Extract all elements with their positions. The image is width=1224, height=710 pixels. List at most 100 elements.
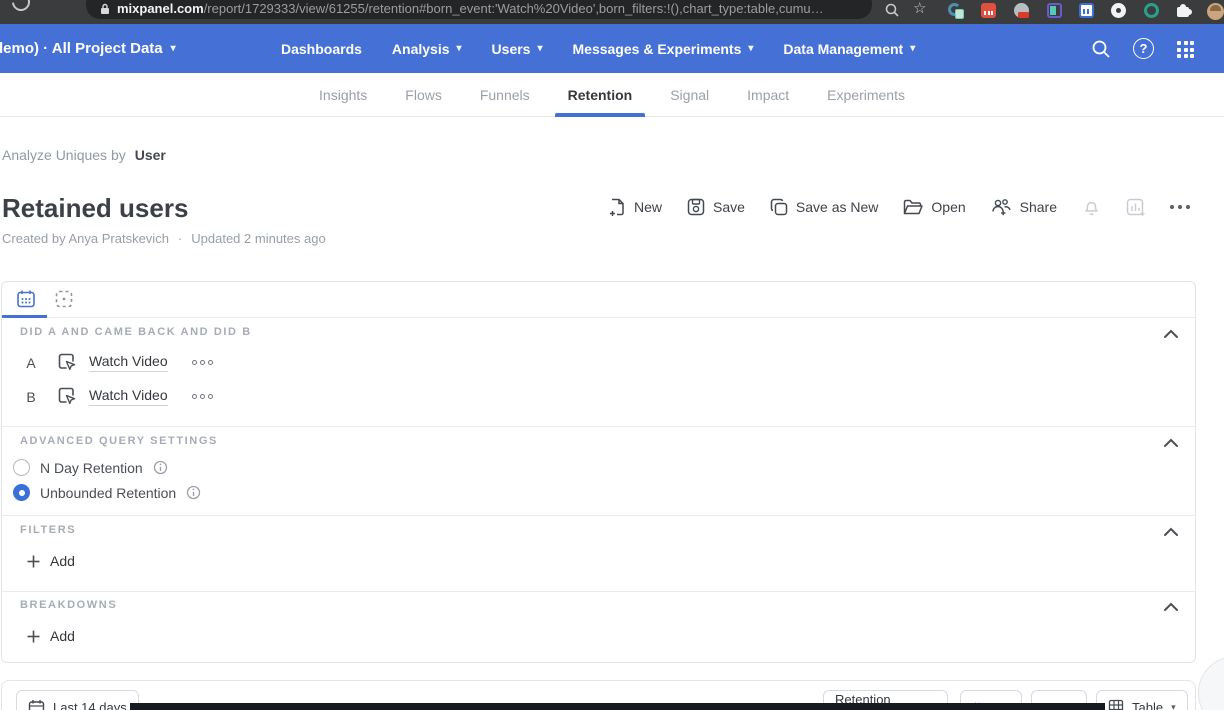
url-text: mixpanel.com/report/1729333/view/61255/r… bbox=[117, 1, 858, 16]
reload-icon[interactable] bbox=[8, 0, 33, 15]
builder-active-tab-underline bbox=[2, 315, 47, 318]
calendar-icon bbox=[28, 699, 45, 710]
save-as-new-button[interactable]: Save as New bbox=[770, 198, 878, 216]
chevron-down-icon: ▾ bbox=[457, 44, 462, 54]
more-options-button[interactable] bbox=[1170, 205, 1190, 209]
report-meta: Created by Anya Pratskevich · Updated 2 … bbox=[2, 231, 326, 246]
folder-open-icon bbox=[903, 199, 923, 216]
search-icon[interactable] bbox=[1090, 38, 1112, 60]
new-button[interactable]: New bbox=[608, 198, 662, 217]
tab-insights[interactable]: Insights bbox=[319, 73, 367, 117]
plus-icon bbox=[26, 629, 41, 644]
builder-tab-bar bbox=[2, 282, 1195, 318]
nav-item-users[interactable]: Users ▾ bbox=[492, 41, 543, 57]
bell-icon bbox=[1082, 198, 1101, 217]
bookmark-star-icon[interactable]: ☆ bbox=[913, 1, 926, 16]
top-nav: demo) · All Project Data ▾ Dashboards An… bbox=[0, 24, 1224, 73]
nav-item-dashboards[interactable]: Dashboards bbox=[281, 41, 362, 57]
help-icon[interactable]: ? bbox=[1133, 38, 1154, 59]
chat-bubble[interactable] bbox=[1198, 656, 1224, 710]
active-tab-underline bbox=[555, 113, 646, 117]
chart-add-icon bbox=[1126, 198, 1145, 217]
collapse-chevron-icon[interactable] bbox=[1162, 526, 1180, 538]
analyze-uniques-row: Analyze Uniques by User bbox=[2, 147, 166, 163]
tab-signal[interactable]: Signal bbox=[670, 73, 709, 117]
share-people-icon bbox=[991, 198, 1012, 216]
chevron-down-icon: ▾ bbox=[910, 44, 915, 54]
extension-icon-teal-ring[interactable] bbox=[1144, 3, 1160, 19]
tab-flows[interactable]: Flows bbox=[405, 73, 442, 117]
browser-chrome: mixpanel.com/report/1729333/view/61255/r… bbox=[0, 0, 1224, 24]
add-filter-button[interactable]: Add bbox=[26, 553, 75, 569]
extension-icon-teal[interactable] bbox=[948, 3, 964, 19]
advanced-settings-heading: ADVANCED QUERY SETTINGS bbox=[20, 435, 218, 447]
add-to-dashboard-button[interactable] bbox=[1126, 198, 1145, 217]
nav-menu: Dashboards Analysis ▾ Users ▾ Messages &… bbox=[281, 24, 915, 73]
collapse-chevron-icon[interactable] bbox=[1162, 328, 1180, 340]
extension-icon-gray-minus[interactable] bbox=[1014, 3, 1030, 19]
analyze-label: Analyze Uniques by bbox=[2, 147, 126, 163]
section-divider bbox=[2, 591, 1195, 592]
chevron-down-icon: ▾ bbox=[537, 44, 542, 54]
nav-item-messages-experiments[interactable]: Messages & Experiments ▾ bbox=[573, 41, 754, 57]
radio-on-icon bbox=[13, 484, 30, 501]
event-row-a: A Watch Video bbox=[2, 352, 213, 373]
info-icon[interactable] bbox=[186, 485, 201, 500]
table-grid-icon bbox=[1108, 699, 1124, 710]
collapse-chevron-icon[interactable] bbox=[1162, 437, 1180, 449]
radio-n-day-retention[interactable]: N Day Retention bbox=[13, 459, 168, 476]
breakdowns-heading: BREAKDOWNS bbox=[20, 599, 117, 611]
view-table-dropdown[interactable]: Table ▾ bbox=[1096, 690, 1188, 710]
project-label: demo) · All Project Data bbox=[0, 40, 163, 57]
url-bar[interactable]: mixpanel.com/report/1729333/view/61255/r… bbox=[86, 0, 872, 19]
lock-icon bbox=[100, 3, 110, 15]
nav-item-data-management[interactable]: Data Management ▾ bbox=[783, 41, 915, 57]
updated-ago: Updated 2 minutes ago bbox=[191, 231, 325, 246]
extension-icon-puzzle[interactable] bbox=[1176, 3, 1192, 19]
events-calendar-tab-icon[interactable] bbox=[16, 289, 36, 309]
share-button[interactable]: Share bbox=[991, 198, 1057, 216]
event-more-icon[interactable] bbox=[192, 394, 213, 399]
section-divider bbox=[2, 515, 1195, 516]
tab-funnels[interactable]: Funnels bbox=[480, 73, 530, 117]
dot-separator: · bbox=[178, 231, 182, 246]
report-tabs: Insights Flows Funnels Retention Signal … bbox=[0, 73, 1224, 117]
info-icon[interactable] bbox=[153, 460, 168, 475]
extension-icon-purple-square[interactable] bbox=[1047, 3, 1063, 19]
event-name[interactable]: Watch Video bbox=[89, 387, 168, 406]
project-switcher[interactable]: demo) · All Project Data ▾ bbox=[0, 24, 176, 73]
event-step-label: B bbox=[24, 389, 38, 405]
radio-unbounded-retention[interactable]: Unbounded Retention bbox=[13, 484, 201, 501]
chevron-down-icon: ▾ bbox=[748, 44, 753, 54]
report-actions: New Save Save as New Open bbox=[608, 194, 1190, 220]
add-breakdown-button[interactable]: Add bbox=[26, 628, 75, 644]
screen: mixpanel.com/report/1729333/view/61255/r… bbox=[0, 0, 1224, 710]
date-range-button[interactable]: Last 14 days bbox=[16, 690, 139, 710]
save-button[interactable]: Save bbox=[687, 198, 745, 216]
analyze-unit-selector[interactable]: User bbox=[135, 147, 166, 163]
selection-dashed-tab-icon[interactable] bbox=[54, 289, 74, 309]
collapse-chevron-icon[interactable] bbox=[1162, 601, 1180, 613]
tab-experiments[interactable]: Experiments bbox=[827, 73, 905, 117]
background-window-edge bbox=[130, 703, 1105, 710]
extension-icon-clock[interactable] bbox=[1111, 3, 1127, 19]
save-icon bbox=[687, 198, 705, 216]
nav-item-analysis[interactable]: Analysis ▾ bbox=[392, 41, 462, 57]
avatar[interactable] bbox=[1207, 3, 1223, 19]
search-icon[interactable] bbox=[884, 2, 900, 18]
event-step-label: A bbox=[24, 355, 38, 371]
tab-impact[interactable]: Impact bbox=[747, 73, 789, 117]
section-divider bbox=[2, 426, 1195, 427]
event-more-icon[interactable] bbox=[192, 360, 213, 365]
plus-icon bbox=[26, 554, 41, 569]
tab-retention[interactable]: Retention bbox=[568, 73, 633, 117]
event-name[interactable]: Watch Video bbox=[89, 353, 168, 372]
chevron-down-icon: ▾ bbox=[171, 44, 176, 54]
apps-grid-icon[interactable] bbox=[1177, 41, 1194, 58]
alerts-bell-button[interactable] bbox=[1082, 198, 1101, 217]
open-button[interactable]: Open bbox=[903, 199, 965, 216]
event-row-b: B Watch Video bbox=[2, 386, 213, 407]
extension-icon-blue-in[interactable] bbox=[1079, 3, 1095, 19]
chevron-down-icon: ▾ bbox=[1171, 702, 1176, 710]
extension-icon-red-grid[interactable] bbox=[981, 3, 997, 19]
